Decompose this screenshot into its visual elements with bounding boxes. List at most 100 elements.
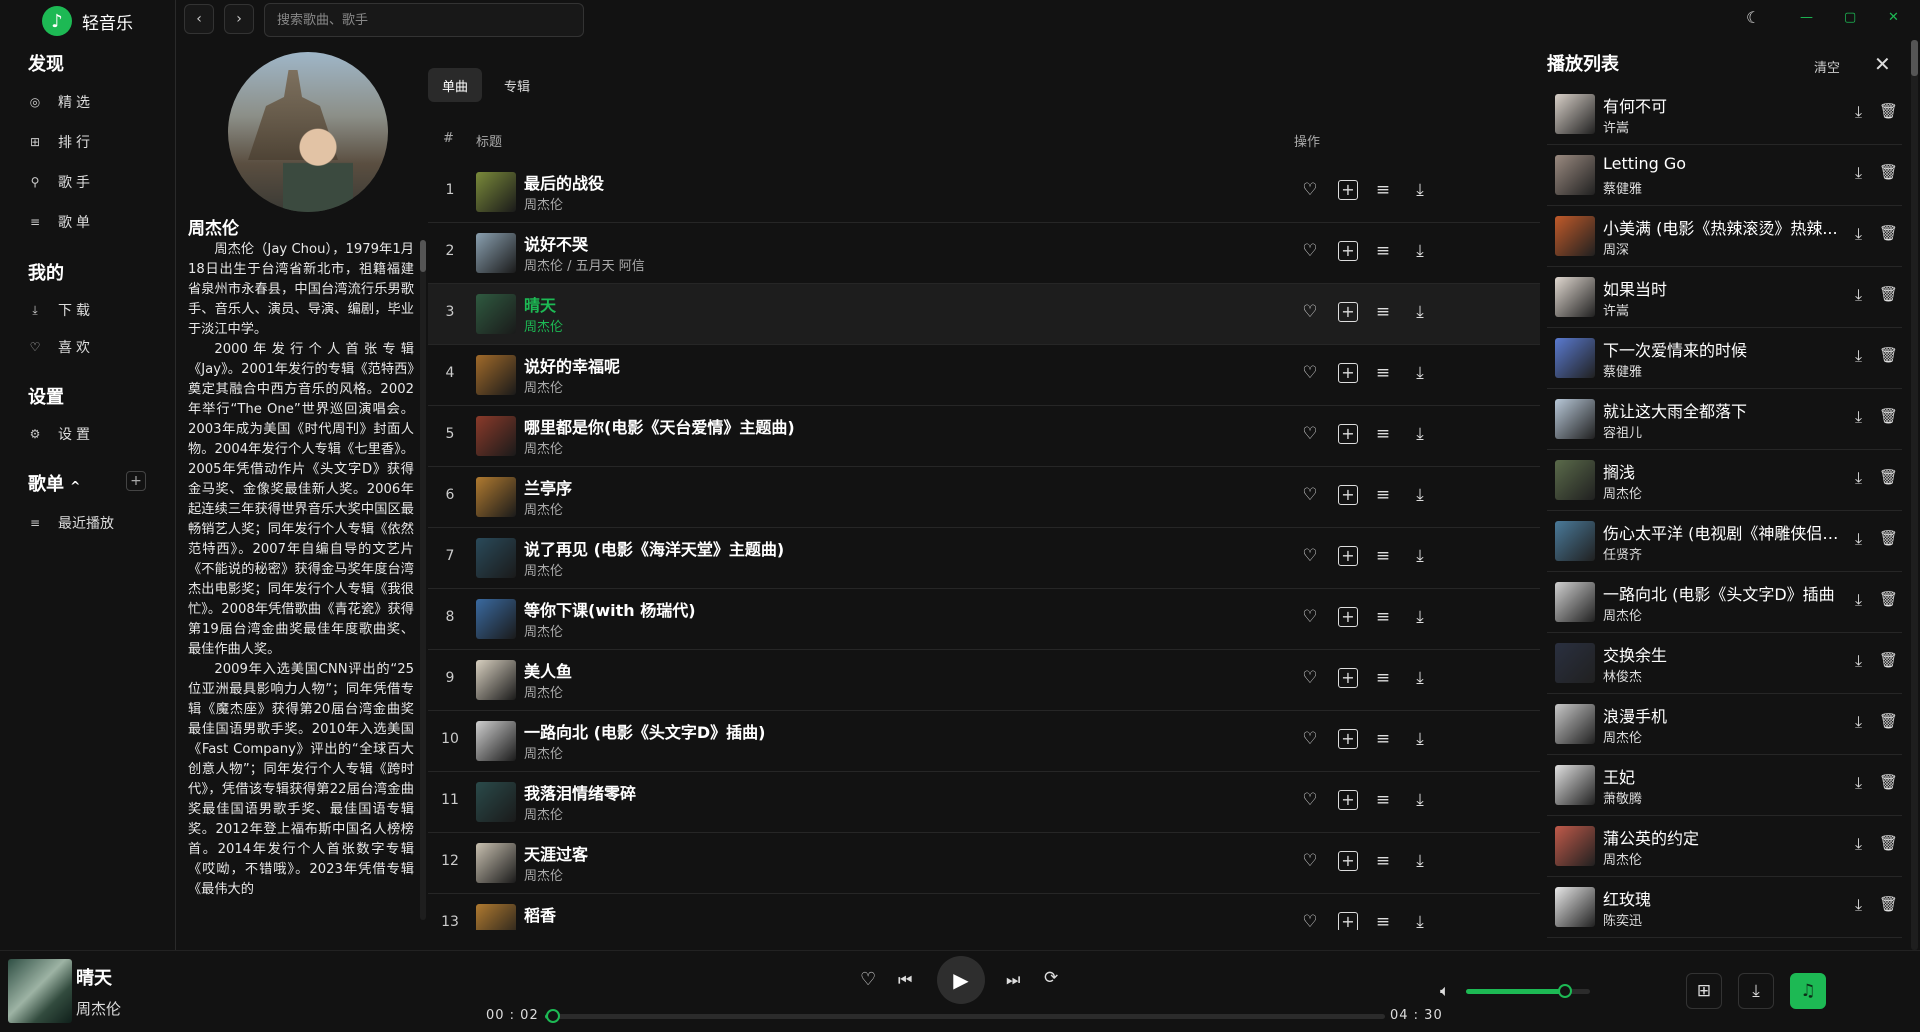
trash-icon[interactable]: 🗑︎ [1879,407,1898,425]
like-song-button[interactable]: ♡ [1298,239,1322,263]
search-input[interactable] [264,3,584,37]
like-song-button[interactable]: ♡ [1298,300,1322,324]
add-to-playlist-button[interactable]: ⊞ [1686,973,1722,1009]
add-song-button[interactable]: + [1338,607,1358,627]
add-song-button[interactable]: + [1338,363,1358,383]
playlist-item-artist[interactable]: 林俊杰 [1603,666,1642,685]
add-song-button[interactable]: + [1338,851,1358,871]
sidebar-item-ranking[interactable]: ⊞ 排行 [28,132,94,152]
like-song-button[interactable]: ♡ [1298,178,1322,202]
tab-albums[interactable]: 专辑 [490,68,544,102]
song-artist[interactable]: 周杰伦 [524,499,563,518]
like-song-button[interactable]: ♡ [1298,727,1322,751]
like-song-button[interactable]: ♡ [1298,422,1322,446]
song-artist[interactable]: 周杰伦 [524,377,563,396]
playlist-item-artist[interactable]: 周杰伦 [1603,727,1642,746]
queue-next-button[interactable]: ≡ [1371,910,1395,930]
playlist-item[interactable]: 搁浅 周杰伦 ⤓ 🗑︎ [1547,450,1902,511]
queue-next-button[interactable]: ≡ [1371,605,1395,629]
add-song-button[interactable]: + [1338,668,1358,688]
sidebar-item-favorites[interactable]: ♡ 喜欢 [28,337,94,357]
song-row[interactable]: 5 哪里都是你(电影《天台爱情》主题曲) 周杰伦 ♡ + ≡ ⤓ [428,406,1540,467]
playlist-item[interactable]: 浪漫手机 周杰伦 ⤓ 🗑︎ [1547,694,1902,755]
download-song-button[interactable]: ⤓ [1408,544,1432,568]
like-song-button[interactable]: ♡ [1298,483,1322,507]
song-row[interactable]: 7 说了再见 (电影《海洋天堂》主题曲) 周杰伦 ♡ + ≡ ⤓ [428,528,1540,589]
forward-button[interactable]: › [224,4,254,34]
add-song-button[interactable]: + [1338,546,1358,566]
playlist-item-artist[interactable]: 许嵩 [1603,300,1629,319]
download-song-button[interactable]: ⤓ [1408,910,1432,930]
sidebar-item-playlists[interactable]: ≡ 歌单 [28,212,94,232]
playlist-item-artist[interactable]: 蔡健雅 [1603,361,1642,380]
trash-icon[interactable]: 🗑︎ [1879,651,1898,669]
trash-icon[interactable]: 🗑︎ [1879,163,1898,181]
song-artist[interactable]: 周杰伦 [524,438,563,457]
playlist-item-artist[interactable]: 周杰伦 [1603,605,1642,624]
theme-toggle-icon[interactable]: ☾ [1746,8,1760,27]
song-row[interactable]: 9 美人鱼 周杰伦 ♡ + ≡ ⤓ [428,650,1540,711]
song-row[interactable]: 2 说好不哭 周杰伦 / 五月天 阿信 ♡ + ≡ ⤓ [428,223,1540,284]
download-icon[interactable]: ⤓ [1855,224,1862,244]
like-song-button[interactable]: ♡ [1298,849,1322,873]
download-song-button[interactable]: ⤓ [1408,727,1432,751]
playlist-item[interactable]: 下一次爱情来的时候 蔡健雅 ⤓ 🗑︎ [1547,328,1902,389]
trash-icon[interactable]: 🗑︎ [1879,590,1898,608]
queue-next-button[interactable]: ≡ [1371,422,1395,446]
song-row[interactable]: 10 一路向北 (电影《头文字D》插曲) 周杰伦 ♡ + ≡ ⤓ [428,711,1540,772]
download-icon[interactable]: ⤓ [1855,468,1862,488]
next-button[interactable]: ⏭ [1006,970,1020,990]
song-artist[interactable]: 周杰伦 [524,316,563,335]
like-song-button[interactable]: ♡ [1298,544,1322,568]
download-icon[interactable]: ⤓ [1855,590,1862,610]
download-icon[interactable]: ⤓ [1855,285,1862,305]
sidebar-item-downloads[interactable]: ⤓ 下载 [28,300,94,320]
like-song-button[interactable]: ♡ [1298,605,1322,629]
song-artist[interactable]: 周杰伦 [524,743,563,762]
download-icon[interactable]: ⤓ [1855,163,1862,183]
download-song-button[interactable]: ⤓ [1408,422,1432,446]
trash-icon[interactable]: 🗑︎ [1879,468,1898,486]
queue-next-button[interactable]: ≡ [1371,300,1395,324]
song-artist[interactable]: 周杰伦 [524,194,563,213]
download-song-button[interactable]: ⤓ [1408,361,1432,385]
song-artist[interactable]: 周杰伦 [524,682,563,701]
add-song-button[interactable]: + [1338,790,1358,810]
song-artist[interactable]: 周杰伦 [524,926,563,930]
trash-icon[interactable]: 🗑︎ [1879,529,1898,547]
song-row[interactable]: 1 最后的战役 周杰伦 ♡ + ≡ ⤓ [428,162,1540,223]
back-button[interactable]: ‹ [184,4,214,34]
song-row[interactable]: 3 晴天 周杰伦 ♡ + ≡ ⤓ [428,284,1540,345]
song-artist[interactable]: 周杰伦 / 五月天 阿信 [524,255,645,274]
song-row[interactable]: 13 稻香周杰伦 ♡ + ≡ ⤓ [428,894,1540,930]
trash-icon[interactable]: 🗑︎ [1879,285,1898,303]
download-icon[interactable]: ⤓ [1855,834,1862,854]
repeat-button[interactable]: ⟳ [1044,968,1058,988]
like-song-button[interactable]: ♡ [1298,361,1322,385]
playlist-toggle-button[interactable]: ♫ [1790,973,1826,1009]
download-song-button[interactable]: ⤓ [1408,849,1432,873]
download-icon[interactable]: ⤓ [1855,773,1862,793]
playlist-item[interactable]: 伤心太平洋 (电视剧《神雕侠侣(... 任贤齐 ⤓ 🗑︎ [1547,511,1902,572]
playlist-item-artist[interactable]: 容祖儿 [1603,422,1642,441]
download-song-button[interactable]: ⤓ [1408,605,1432,629]
playlist-scrollbar[interactable] [1911,40,1918,950]
add-song-button[interactable]: + [1338,485,1358,505]
queue-next-button[interactable]: ≡ [1371,544,1395,568]
download-song-button[interactable]: ⤓ [1408,666,1432,690]
song-artist[interactable]: 周杰伦 [524,621,563,640]
download-icon[interactable]: ⤓ [1855,651,1862,671]
maximize-icon[interactable]: ▢ [1844,10,1856,25]
song-row[interactable]: 8 等你下课(with 杨瑞代) 周杰伦 ♡ + ≡ ⤓ [428,589,1540,650]
progress-bar[interactable] [545,1009,1385,1023]
add-song-button[interactable]: + [1338,180,1358,200]
playlist-item[interactable]: Letting Go 蔡健雅 ⤓ 🗑︎ [1547,145,1902,206]
song-artist[interactable]: 周杰伦 [524,804,563,823]
playlist-item-artist[interactable]: 陈奕迅 [1603,910,1642,929]
trash-icon[interactable]: 🗑︎ [1879,712,1898,730]
queue-next-button[interactable]: ≡ [1371,849,1395,873]
download-song-button[interactable]: ⤓ [1408,483,1432,507]
song-row[interactable]: 12 天涯过客 周杰伦 ♡ + ≡ ⤓ [428,833,1540,894]
close-icon[interactable]: ✕ [1888,10,1899,25]
add-song-button[interactable]: + [1338,424,1358,444]
